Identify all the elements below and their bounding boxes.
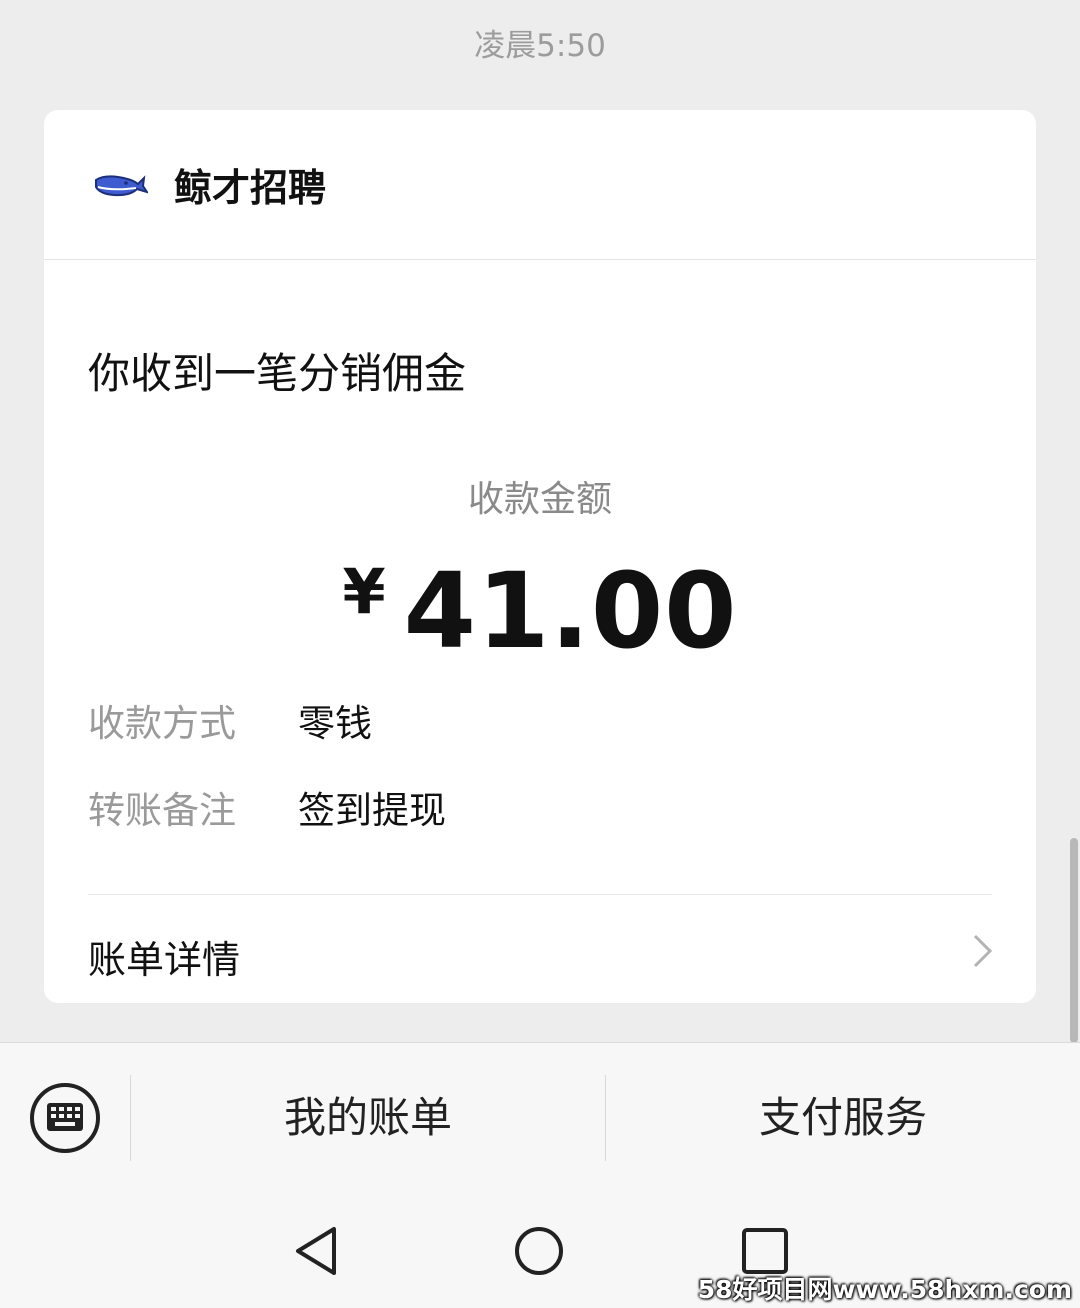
payment-notification-card[interactable]: 鲸才招聘 你收到一笔分销佣金 收款金额 ¥41.00 收款方式 零钱 转账备注 签到… <box>44 110 1036 1003</box>
payment-service-button[interactable]: 支付服务 <box>606 1043 1080 1198</box>
amount-display: ¥41.00 <box>44 550 1036 672</box>
home-circle-icon[interactable] <box>511 1223 567 1279</box>
brand-name: 鲸才招聘 <box>174 166 327 210</box>
amount-value: 41.00 <box>403 550 738 672</box>
chevron-right-icon <box>966 933 996 969</box>
bill-detail-link[interactable]: 账单详情 <box>44 895 1036 1003</box>
transfer-note-value: 签到提现 <box>298 789 446 832</box>
whale-logo-icon <box>92 167 152 203</box>
transfer-note-row: 转账备注 签到提现 <box>88 780 446 834</box>
currency-symbol: ¥ <box>342 555 386 628</box>
card-header[interactable]: 鲸才招聘 <box>44 110 1036 260</box>
amount-label: 收款金额 <box>467 479 612 520</box>
watermark: 58好项目网www.58hxm.com <box>697 1275 1072 1304</box>
keyboard-icon[interactable] <box>28 1081 102 1155</box>
my-bill-button[interactable]: 我的账单 <box>131 1043 605 1198</box>
back-triangle-icon[interactable] <box>290 1223 346 1279</box>
transfer-note-label: 转账备注 <box>88 789 236 832</box>
payment-method-value: 零钱 <box>298 702 372 745</box>
scrollbar[interactable] <box>1070 838 1078 1043</box>
bottom-menu-bar: 我的账单 支付服务 <box>0 1042 1080 1198</box>
payment-method-row: 收款方式 零钱 <box>88 693 372 747</box>
bill-detail-label: 账单详情 <box>88 938 241 982</box>
message-timestamp: 凌晨5:50 <box>474 28 606 64</box>
payment-method-label: 收款方式 <box>88 702 236 745</box>
notification-title: 你收到一笔分销佣金 <box>88 349 467 398</box>
